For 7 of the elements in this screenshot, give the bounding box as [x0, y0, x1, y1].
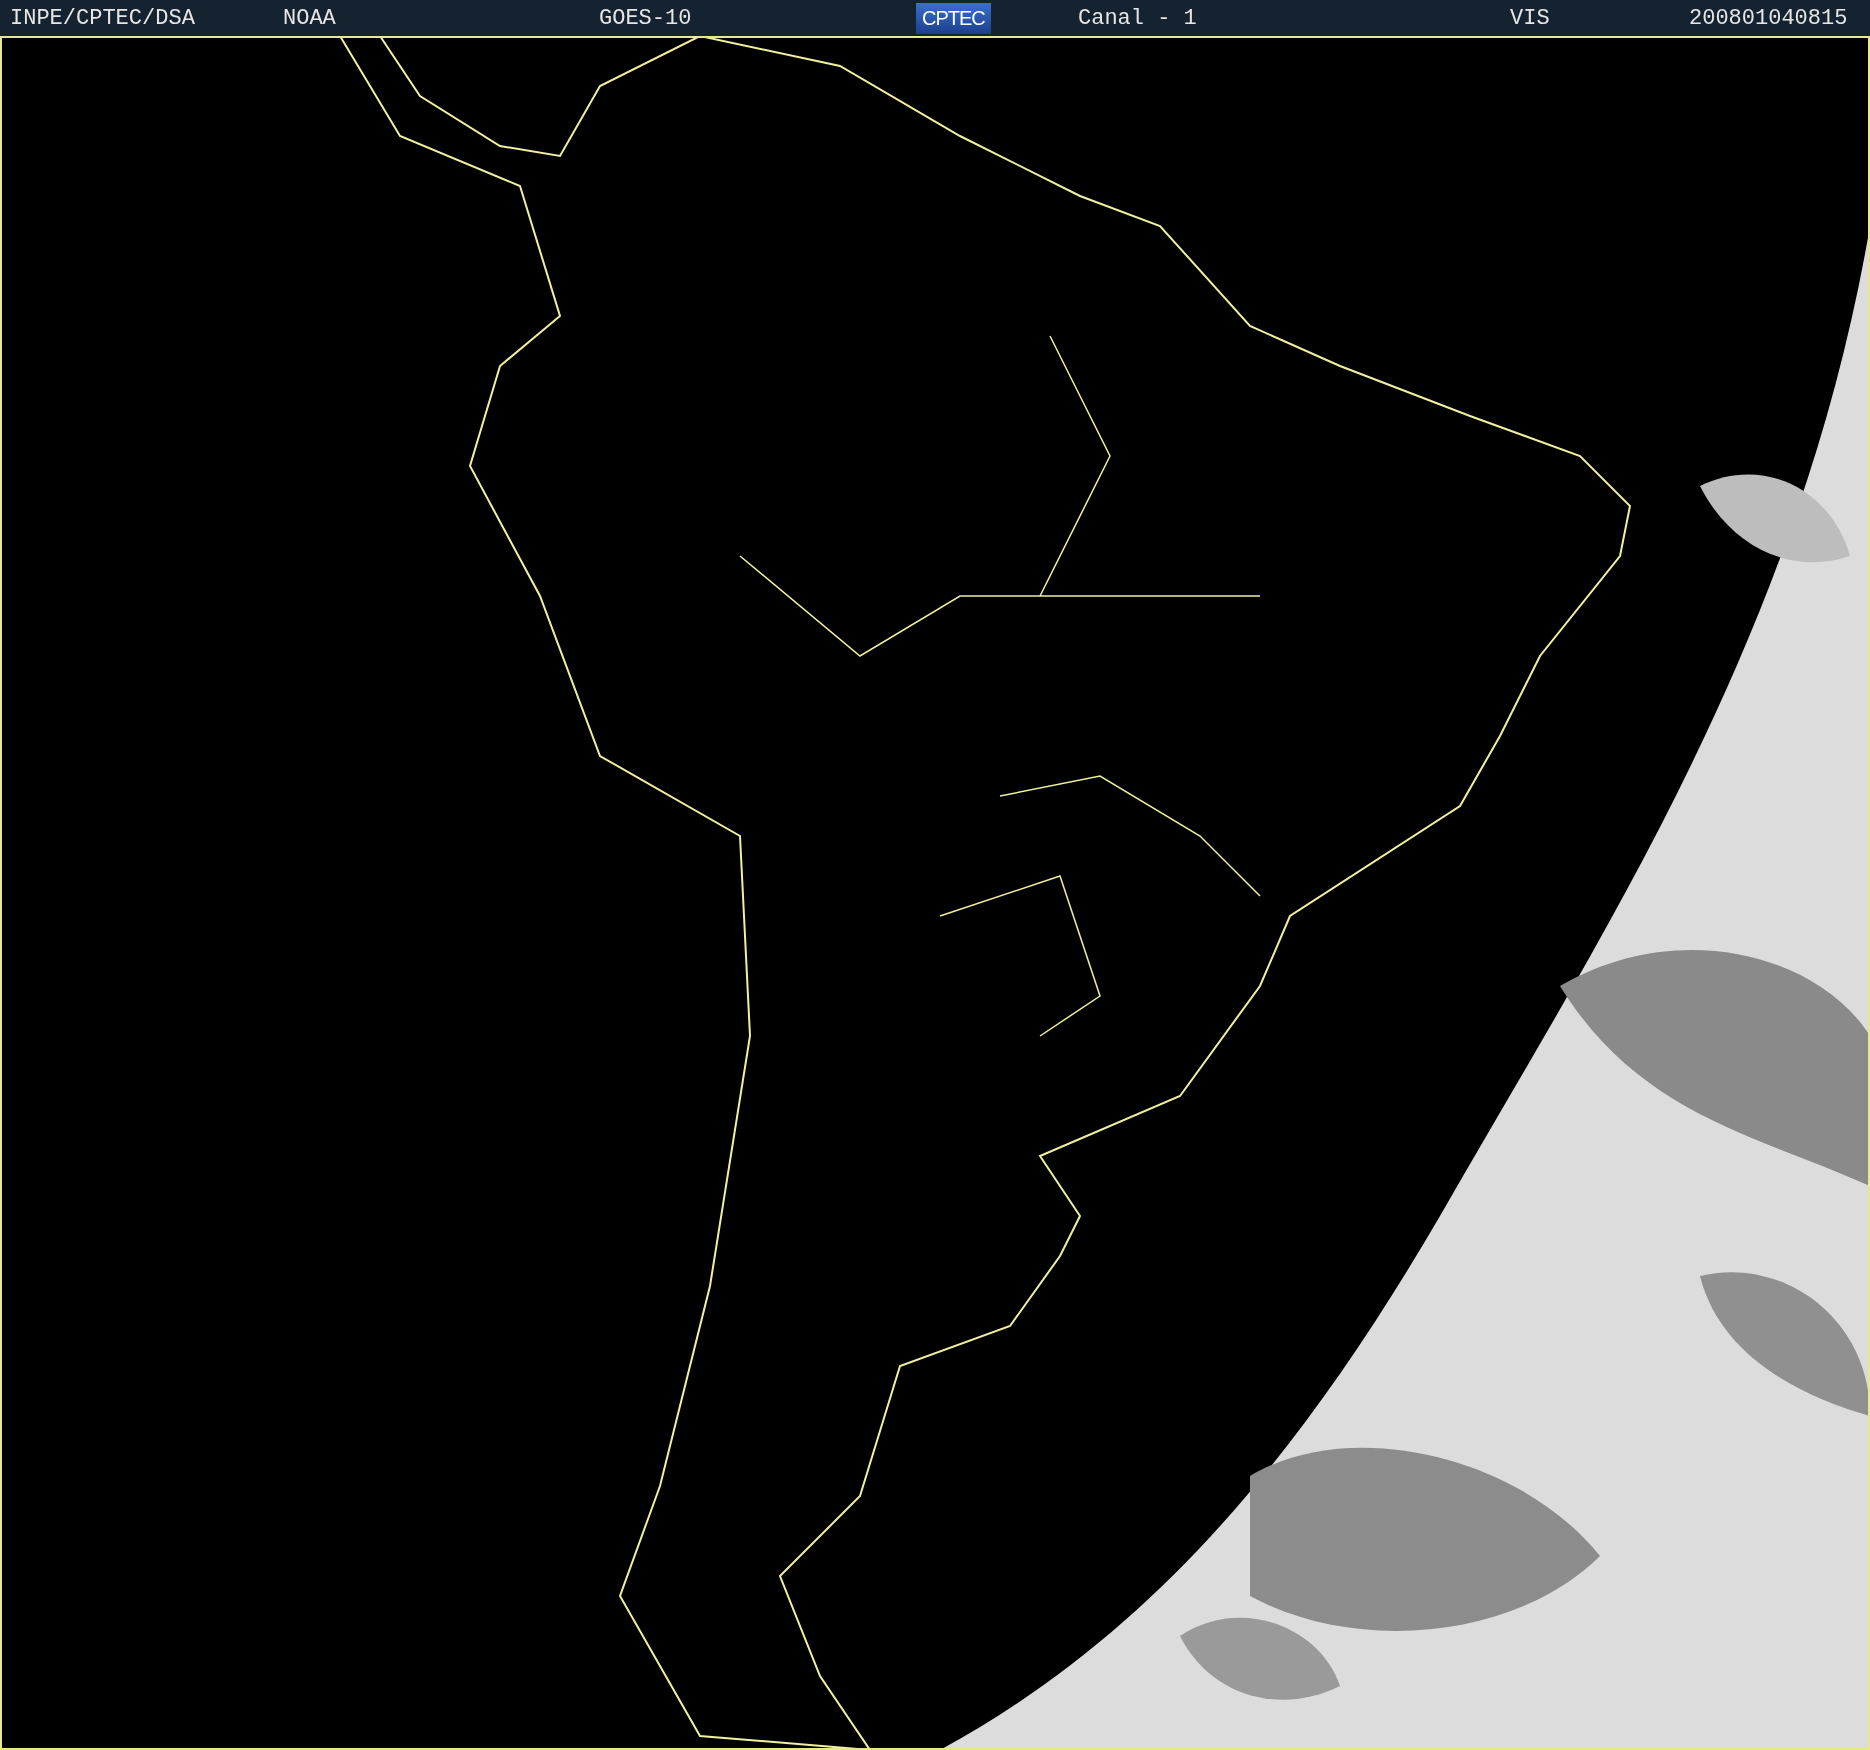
header-label: 200801040815 [1689, 5, 1848, 31]
header-label: VIS [1510, 5, 1550, 31]
header-label: NOAA [283, 5, 336, 31]
header-label: GOES-10 [599, 5, 692, 31]
logo: CPTEC [916, 2, 991, 34]
header-label: Canal - 1 [1078, 5, 1197, 31]
header-label: INPE/CPTEC/DSA [10, 5, 195, 31]
